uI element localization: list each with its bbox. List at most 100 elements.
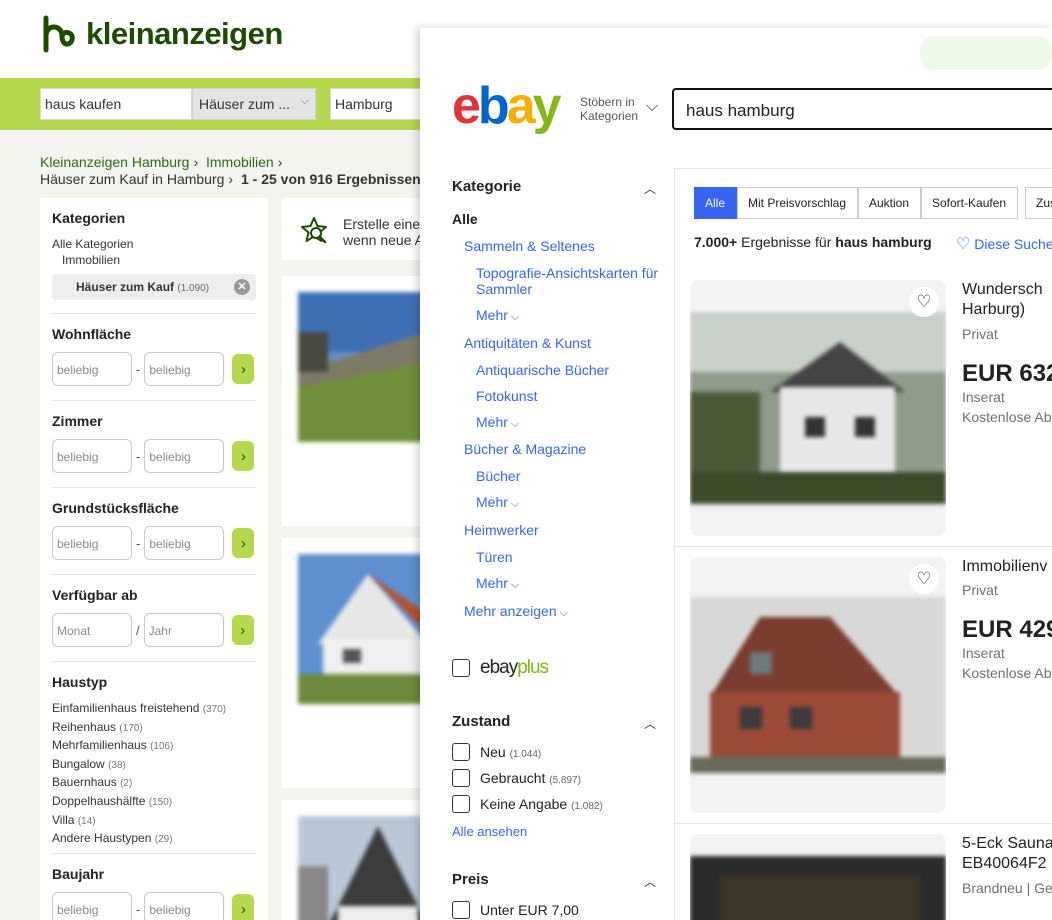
haustyp-option[interactable]: Andere Haustypen (29) (52, 830, 256, 849)
condition-option[interactable]: Neu (1.044) (452, 743, 541, 761)
wohnflaeche-min-input[interactable]: beliebig (52, 352, 132, 386)
browse-line-1: Stöbern in (580, 95, 635, 109)
chip-count: (1.090) (177, 283, 210, 294)
zimmer-apply-button[interactable]: › (232, 441, 255, 471)
chevron-down-icon[interactable]: ⌵ (646, 98, 658, 116)
haustyp-option[interactable]: Bungalow (38) (52, 756, 256, 775)
ka-logo-text: kleinanzeigen (86, 16, 283, 51)
watch-heart-icon[interactable]: ♡ (909, 287, 939, 317)
haustyp-option[interactable]: Mehrfamilienhaus (106) (52, 737, 256, 756)
condition-checkbox[interactable] (452, 769, 470, 787)
ka-logo[interactable]: kleinanzeigen (40, 14, 283, 54)
baujahr-max-input[interactable]: beliebig (144, 892, 225, 920)
ebay-logo[interactable]: ebay (452, 80, 562, 132)
category-link-fotokunst[interactable]: Fotokunst (476, 388, 537, 404)
category-link-topografie[interactable]: Topografie-Ansichtskarten für Sammler (476, 265, 676, 297)
price-option[interactable]: Unter EUR 7,00 (452, 901, 579, 919)
tab-sofort-kaufen[interactable]: Sofort-Kaufen (921, 187, 1018, 219)
grundstueck-min-input[interactable]: beliebig (52, 526, 132, 560)
chevron-up-icon[interactable]: ︿ (644, 873, 656, 890)
decorative-glow (920, 36, 1052, 70)
zimmer-max-input[interactable]: beliebig (144, 439, 225, 473)
haustyp-option[interactable]: Einfamilienhaus freistehend (370) (52, 700, 256, 719)
ka-search-input[interactable]: haus kaufen (40, 88, 192, 120)
chevron-up-icon[interactable]: ︿ (644, 180, 656, 197)
haustyp-option[interactable]: Villa (14) (52, 812, 256, 831)
save-search-button[interactable]: ♡ Diese Suche (956, 234, 1052, 254)
search-alert-banner[interactable]: Erstelle eine wenn neue A (282, 198, 442, 260)
breadcrumb-link-hamburg[interactable]: Kleinanzeigen Hamburg (40, 154, 189, 170)
listing-image-container[interactable] (690, 834, 946, 920)
listing-image (690, 856, 946, 920)
haustyp-option[interactable]: Bauernhaus (2) (52, 774, 256, 793)
tab-more[interactable]: Zus (1025, 187, 1052, 219)
filter-title-kategorien: Kategorien (52, 210, 126, 226)
listing-image-container[interactable] (690, 280, 946, 536)
category-mehr-link[interactable]: Mehr (476, 575, 519, 593)
verfuegbar-year-input[interactable]: Jahr (143, 613, 224, 647)
filter-title-preis[interactable]: Preis (452, 871, 662, 888)
ebayplus-checkbox[interactable] (452, 659, 470, 677)
category-link-sammeln[interactable]: Sammeln & Seltenes (464, 238, 595, 254)
ka-category-select[interactable]: Häuser zum ... ⌵ (192, 88, 316, 120)
category-link-buecher[interactable]: Bücher (476, 468, 520, 484)
condition-option[interactable]: Keine Angabe (1.082) (452, 795, 603, 813)
baujahr-min-input[interactable]: beliebig (52, 892, 132, 920)
ka-listing-image (298, 554, 428, 704)
grundstueck-max-input[interactable]: beliebig (144, 526, 225, 560)
wohnflaeche-max-input[interactable]: beliebig (144, 352, 225, 386)
ebayplus-filter[interactable]: ebayplus (452, 657, 549, 679)
ka-listing-card[interactable] (282, 538, 442, 788)
category-link-antiquarische[interactable]: Antiquarische Bücher (476, 362, 609, 378)
browse-line-2: Kategorien (580, 109, 639, 123)
category-mehr-anzeigen-link[interactable]: Mehr anzeigen (464, 603, 568, 621)
filter-title-baujahr: Baujahr (52, 866, 105, 882)
category-mehr-link[interactable]: Mehr (476, 307, 519, 325)
category-immobilien-link[interactable]: Immobilien (52, 252, 256, 268)
chevron-up-icon[interactable]: ︿ (644, 715, 656, 732)
kleinanzeigen-logo-icon (43, 15, 75, 53)
baujahr-apply-button[interactable]: › (232, 894, 255, 920)
listing-image-container[interactable] (690, 557, 946, 813)
category-link-heimwerker[interactable]: Heimwerker (464, 522, 539, 538)
close-icon[interactable]: ✕ (234, 279, 250, 295)
haustyp-option[interactable]: Doppelhaushälfte (150) (52, 793, 256, 812)
filter-title-zustand[interactable]: Zustand (452, 713, 662, 730)
condition-checkbox[interactable] (452, 795, 470, 813)
listing-title[interactable]: Immobilienv (962, 557, 1047, 577)
category-mehr-link[interactable]: Mehr (476, 414, 519, 432)
price-checkbox[interactable] (452, 901, 470, 919)
result-summary: 7.000+ Ergebnisse für haus hamburg (694, 234, 932, 250)
category-link-buecher-magazine[interactable]: Bücher & Magazine (464, 441, 586, 457)
wohnflaeche-apply-button[interactable]: › (232, 354, 255, 384)
filter-title-kategorie[interactable]: Kategorie (452, 178, 662, 195)
category-alle: Alle (452, 211, 478, 227)
category-link-antiquitaeten[interactable]: Antiquitäten & Kunst (464, 335, 591, 351)
category-mehr-link[interactable]: Mehr (476, 494, 519, 512)
category-all-link[interactable]: Alle Kategorien (52, 236, 256, 252)
listing-price: EUR 429 (962, 616, 1052, 643)
verfuegbar-month-input[interactable]: Monat (52, 613, 132, 647)
ka-listing-card[interactable] (282, 800, 442, 920)
grundstueck-apply-button[interactable]: › (232, 528, 255, 558)
listing-title[interactable]: Wundersch Harburg) (962, 280, 1043, 320)
zimmer-min-input[interactable]: beliebig (52, 439, 132, 473)
browse-categories-button[interactable]: Stöbern in Kategorien (580, 95, 638, 123)
tab-alle[interactable]: Alle (694, 187, 737, 219)
breadcrumb-link-immobilien[interactable]: Immobilien (206, 154, 274, 170)
verfuegbar-apply-button[interactable]: › (231, 615, 254, 645)
condition-option[interactable]: Gebraucht (5.897) (452, 769, 581, 787)
watch-heart-icon[interactable]: ♡ (909, 564, 939, 594)
ebay-search-input[interactable]: haus hamburg (672, 88, 1052, 130)
ka-category-value: Häuser zum ... (199, 96, 291, 112)
alle-ansehen-link[interactable]: Alle ansehen (452, 824, 527, 840)
haustyp-option[interactable]: Reihenhaus (170) (52, 719, 256, 738)
divider (52, 661, 256, 662)
tab-preisvorschlag[interactable]: Mit Preisvorschlag (737, 187, 858, 219)
condition-checkbox[interactable] (452, 743, 470, 761)
tab-auktion[interactable]: Auktion (858, 187, 921, 219)
category-link-tueren[interactable]: Türen (476, 549, 513, 565)
listing-title[interactable]: 5-Eck Sauna EB40064F2 (962, 834, 1052, 874)
ka-listing-card[interactable] (282, 276, 442, 526)
divider (52, 487, 256, 488)
